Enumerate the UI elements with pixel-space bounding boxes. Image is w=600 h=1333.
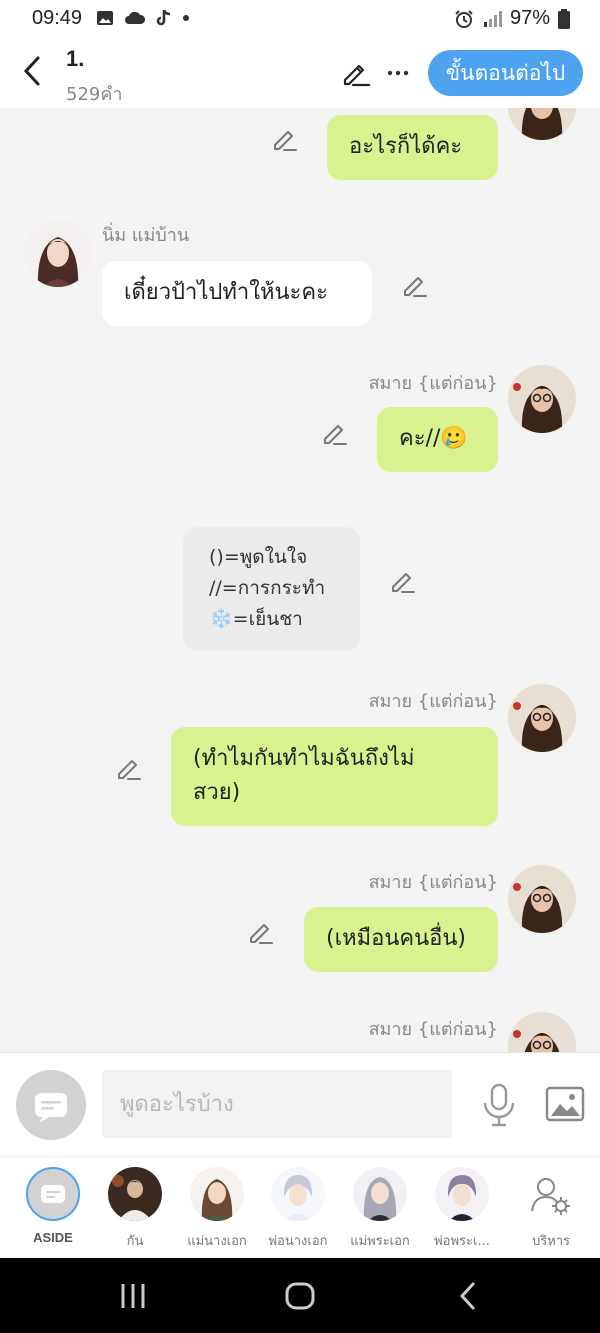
avatar-smai[interactable] [508, 1012, 576, 1052]
message-input-bar [0, 1052, 600, 1157]
character-aside[interactable]: ASIDE [11, 1157, 95, 1259]
message-text-line: (ทำไมกันทำไมฉันถึงไม่ [193, 746, 415, 771]
edit-message-icon[interactable] [402, 272, 428, 298]
more-icon [387, 70, 409, 76]
more-options-button[interactable] [384, 58, 412, 88]
avatar-smai[interactable] [508, 365, 576, 433]
manage-users-icon [531, 1178, 570, 1215]
aside-bubble[interactable]: ()=พูดในใจ //=การกระทำ ❄️=เย็นชา [183, 527, 360, 651]
aside-chat-icon [41, 1185, 65, 1203]
message-text: เดี๋ยวป้าไปทำให้นะคะ [124, 280, 328, 305]
avatar-smai[interactable] [508, 684, 576, 752]
aside-line: ()=พูดในใจ [209, 546, 308, 568]
edit-message-icon[interactable] [322, 420, 348, 446]
avatar-smai[interactable] [508, 865, 576, 933]
character-avatar [353, 1167, 407, 1221]
character-avatar [108, 1167, 162, 1221]
edit-message-icon[interactable] [272, 126, 298, 152]
aside-line: //=การกระทำ [209, 577, 326, 599]
next-step-button[interactable]: ขั้นตอนต่อไป [428, 50, 583, 96]
image-upload-button[interactable] [545, 1085, 585, 1123]
message-text: คะ//🥲 [399, 426, 468, 451]
character-avatar [190, 1167, 244, 1221]
battery-percent: 97% [509, 7, 550, 29]
signal-icon [483, 10, 502, 27]
message-bubble[interactable]: (ทำไมกันทำไมฉันถึงไม่ สวย) [171, 727, 498, 826]
avatar-smai[interactable] [508, 108, 576, 140]
back-button[interactable] [18, 54, 48, 88]
message-bubble[interactable]: (เหมือนคนอื่น) [304, 907, 498, 972]
character-hero-father[interactable]: พ่อพระเ... [420, 1157, 504, 1259]
character-avatar [435, 1167, 489, 1221]
word-count: 529คำ [66, 84, 123, 105]
manage-characters-button[interactable]: บริหาร [509, 1157, 593, 1259]
character-hero-mother[interactable]: แม่พระเอก [338, 1157, 422, 1259]
aside-chat-icon [35, 1093, 67, 1123]
message-input[interactable] [102, 1070, 452, 1138]
alarm-icon [455, 9, 473, 28]
image-icon [97, 11, 113, 25]
character-label: แม่นางเอก [187, 1234, 247, 1249]
tiktok-icon [156, 9, 171, 26]
chat-area[interactable]: อะไรก็ได้คะ นิ่ม แม่บ้าน เดี๋ยวป้าไปทำให… [0, 108, 600, 1052]
speaker-name: สมาย {แต่ก่อน} [368, 691, 498, 712]
status-bar: 09:49 97% [0, 0, 600, 38]
character-label: แม่พระเอก [350, 1234, 410, 1249]
speaker-name: สมาย {แต่ก่อน} [368, 1019, 498, 1040]
top-header: 1. 529คำ ขั้นตอนต่อไป [0, 38, 600, 108]
message-bubble[interactable]: คะ//🥲 [377, 407, 498, 472]
speaker-name: สมาย {แต่ก่อน} [368, 872, 498, 893]
character-label: พ่อนางเอก [268, 1234, 328, 1249]
character-heroine-mother[interactable]: แม่นางเอก [175, 1157, 259, 1259]
character-selector: ASIDE กัน แม่นางเอก พ่อนางเอก แม่พระเอก … [0, 1156, 600, 1259]
edit-message-icon[interactable] [248, 919, 274, 945]
page-title: 1. [66, 46, 85, 71]
battery-icon [558, 8, 570, 29]
edit-message-icon[interactable] [390, 568, 416, 594]
character-label: กัน [126, 1234, 144, 1249]
message-text-line: สวย) [193, 780, 241, 805]
character-label: บริหาร [531, 1234, 571, 1249]
system-back-button[interactable] [455, 1276, 481, 1316]
microphone-button[interactable] [480, 1083, 518, 1127]
aside-toggle-button[interactable] [16, 1070, 86, 1140]
avatar-nim[interactable] [24, 219, 92, 287]
edit-message-icon[interactable] [116, 755, 142, 781]
character-avatar [271, 1167, 325, 1221]
recent-apps-button[interactable] [118, 1276, 148, 1316]
character-heroine-father[interactable]: พ่อนางเอก [256, 1157, 340, 1259]
message-text: อะไรก็ได้คะ [349, 134, 463, 159]
dot-icon [183, 15, 189, 21]
speaker-name: นิ่ม แม่บ้าน [102, 225, 190, 246]
aside-avatar [26, 1167, 80, 1221]
message-text: (เหมือนคนอื่น) [326, 926, 466, 951]
aside-line: ❄️=เย็นชา [209, 608, 303, 630]
status-time: 09:49 [32, 7, 83, 29]
cloud-icon [125, 11, 146, 24]
home-button[interactable] [284, 1276, 316, 1316]
message-bubble[interactable]: เดี๋ยวป้าไปทำให้นะคะ [102, 261, 372, 326]
edit-title-button[interactable] [341, 58, 371, 88]
character-label: พ่อพระเ... [434, 1234, 490, 1249]
character-kan[interactable]: กัน [93, 1157, 177, 1259]
system-nav-bar [0, 1258, 600, 1333]
character-label: ASIDE [33, 1230, 73, 1245]
speaker-name: สมาย {แต่ก่อน} [368, 373, 498, 394]
message-bubble[interactable]: อะไรก็ได้คะ [327, 115, 498, 180]
